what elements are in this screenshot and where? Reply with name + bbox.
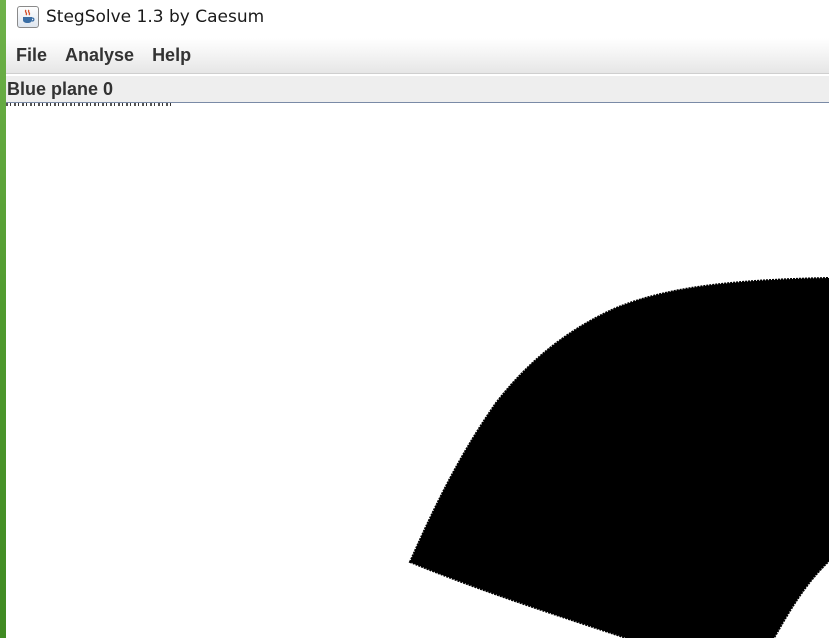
title-bar[interactable]: StegSolve 1.3 by Caesum	[6, 0, 829, 33]
menu-help[interactable]: Help	[143, 45, 200, 66]
bit-plane-image	[408, 276, 829, 638]
menu-analyse[interactable]: Analyse	[56, 45, 143, 66]
black-plane-region	[408, 276, 829, 638]
menu-bar: File Analyse Help	[6, 38, 829, 74]
image-canvas[interactable]	[6, 103, 829, 638]
java-cup-icon	[17, 5, 39, 28]
plane-label: Blue plane 0	[7, 78, 114, 99]
menu-file[interactable]: File	[6, 45, 56, 66]
window-title: StegSolve 1.3 by Caesum	[46, 6, 265, 27]
plane-label-bar: Blue plane 0	[6, 76, 829, 103]
stegsolve-window: StegSolve 1.3 by Caesum File Analyse Hel…	[0, 0, 829, 638]
